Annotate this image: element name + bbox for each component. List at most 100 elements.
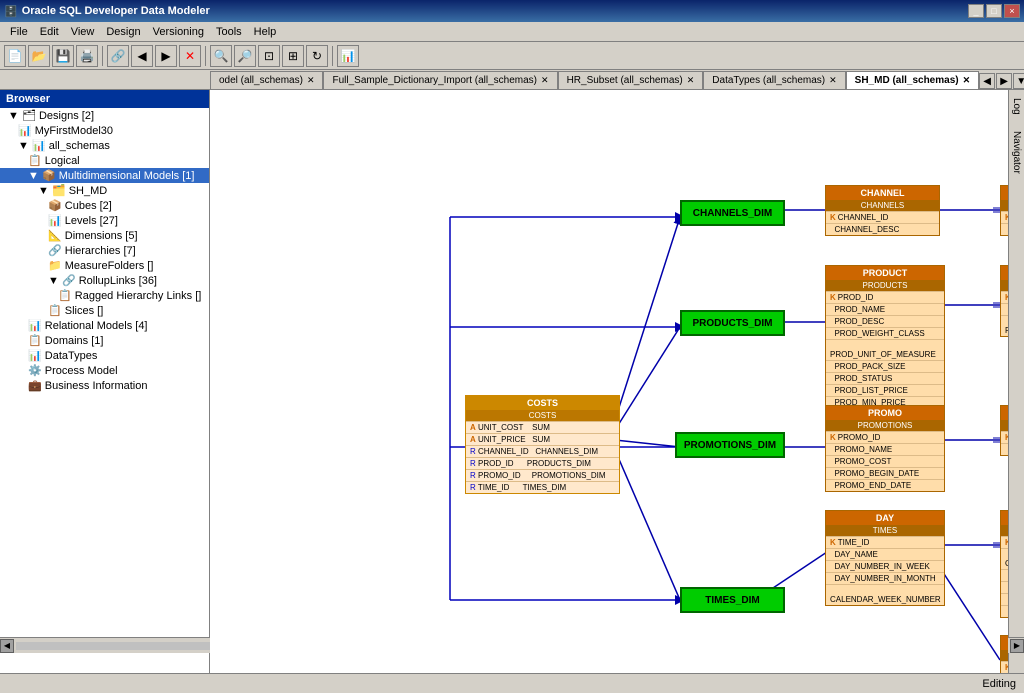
tab-nav-list[interactable]: ▼ (1013, 73, 1024, 89)
products-dim[interactable]: PRODUCTS_DIM (680, 310, 785, 336)
menu-design[interactable]: Design (100, 24, 146, 40)
navigator-tab-btn[interactable]: Navigator (1009, 123, 1024, 182)
tb-refresh[interactable]: ↻ (306, 45, 328, 67)
maximize-button[interactable]: □ (986, 4, 1002, 18)
tree-hierarchies[interactable]: 🔗 Hierarchies [7] (0, 243, 209, 258)
channel-class-table[interactable]: CHANNEL_CLASS CHANNELS K CHANNEL_CLASS_I… (1000, 185, 1008, 236)
menu-view[interactable]: View (65, 24, 101, 40)
tree-cubes[interactable]: 📦 Cubes [2] (0, 198, 209, 213)
menu-help[interactable]: Help (248, 24, 283, 40)
subcategory-products-row-1: PROD_SUBCATEGORY (1001, 303, 1008, 315)
menu-tools[interactable]: Tools (210, 24, 248, 40)
tb-new[interactable]: 📄 (4, 45, 26, 67)
tab-sh-md[interactable]: SH_MD (all_schemas) ✕ (846, 71, 979, 89)
tb-fit[interactable]: ⊡ (258, 45, 280, 67)
menu-versioning[interactable]: Versioning (147, 24, 210, 40)
browser-label: Browser (6, 93, 50, 105)
tree-measurefolders[interactable]: 📁 MeasureFolders [] (0, 258, 209, 273)
log-tab-btn[interactable]: Log (1009, 90, 1024, 123)
minimize-button[interactable]: _ (968, 4, 984, 18)
scroll-track[interactable] (16, 642, 210, 650)
sidebar-scrollbar[interactable]: ◀ ▶ (0, 637, 210, 653)
tb-delete[interactable]: ✕ (179, 45, 201, 67)
tab-sh-md-close[interactable]: ✕ (963, 75, 971, 86)
tb-zoom-out[interactable]: 🔎 (234, 45, 256, 67)
scroll-left[interactable]: ◀ (0, 639, 14, 653)
promotions-dim[interactable]: PROMOTIONS_DIM (675, 432, 785, 458)
channel-title: CHANNEL (826, 186, 939, 200)
product-row-3: PROD_WEIGHT_CLASS (826, 327, 944, 339)
times-dim[interactable]: TIMES_DIM (680, 587, 785, 613)
tree-slices[interactable]: 📋 Slices [] (0, 303, 209, 318)
menu-file[interactable]: File (4, 24, 34, 40)
month-table[interactable]: MONTH TIMES K CALENDAR_MONTH_ID CALENDAR… (1000, 510, 1008, 618)
fis-week-table[interactable]: FIS_WEEK TIMES K WEEK_ENDING_DAY_ID FISC… (1000, 635, 1008, 673)
tb-zoom-in[interactable]: 🔍 (210, 45, 232, 67)
titlebar-controls[interactable]: _ □ × (968, 4, 1020, 18)
fis-week-subtitle: TIMES (1001, 650, 1008, 661)
tab-nav-right[interactable]: ▶ (996, 73, 1012, 89)
measurefolders-icon: 📁 (48, 260, 62, 272)
subcategory-products-table[interactable]: SUBCATEGORY PRODUCTS K PROD_SUBCATEGORY_… (1000, 265, 1008, 337)
subcategory-promotions-table[interactable]: SUBCATEGORY PROMOTIONS K PROMO_SUBCATEGO… (1000, 405, 1008, 456)
costs-subheader: COSTS (466, 410, 619, 421)
tab-odel[interactable]: odel (all_schemas) ✕ (210, 71, 323, 89)
costs-table[interactable]: COSTS COSTS A UNIT_COST SUM A UNIT_PRICE… (465, 395, 620, 494)
tb-forward[interactable]: ▶ (155, 45, 177, 67)
allschemas-icon: 📊 (32, 140, 46, 152)
tree-myfirstmodel[interactable]: 📊 MyFirstModel30 (0, 123, 209, 138)
tree-logical[interactable]: 📋 Logical (0, 153, 209, 168)
tree-datatypes[interactable]: 📊 DataTypes (0, 348, 209, 363)
tab-full-sample-close[interactable]: ✕ (541, 75, 549, 86)
tree-designs[interactable]: ▼ 🗂 Designs [2] (0, 108, 209, 123)
product-subtitle: PRODUCTS (826, 280, 944, 291)
tree-multidim[interactable]: ▼ 📦 Multidimensional Models [1] (0, 168, 209, 183)
tree-relational[interactable]: 📊 Relational Models [4] (0, 318, 209, 333)
expand-icon3: ▼ (28, 170, 42, 182)
channel-table[interactable]: CHANNEL CHANNELS K CHANNEL_ID CHANNEL_DE… (825, 185, 940, 236)
tree-logical-label: Logical (45, 155, 80, 167)
tree-dimensions[interactable]: 📐 Dimensions [5] (0, 228, 209, 243)
product-row-4: PROD_UNIT_OF_MEASURE (826, 339, 944, 360)
day-table[interactable]: DAY TIMES K TIME_ID DAY_NAME DAY_NUMBER_… (825, 510, 945, 606)
products-dim-label: PRODUCTS_DIM (692, 318, 772, 329)
tree-domains[interactable]: 📋 Domains [1] (0, 333, 209, 348)
tb-save[interactable]: 💾 (52, 45, 74, 67)
tree-ragged-hierarchy[interactable]: 📋 Ragged Hierarchy Links [] (0, 288, 209, 303)
close-button[interactable]: × (1004, 4, 1020, 18)
tb-extra[interactable]: 📊 (337, 45, 359, 67)
tb-link[interactable]: 🔗 (107, 45, 129, 67)
tree-relational-label: Relational Models [4] (45, 320, 148, 332)
tab-hr[interactable]: HR_Subset (all_schemas) ✕ (558, 71, 704, 89)
tb-back[interactable]: ◀ (131, 45, 153, 67)
tree-rolluplinks[interactable]: ▼ 🔗 RollupLinks [36] (0, 273, 209, 288)
canvas-container[interactable]: COSTS COSTS A UNIT_COST SUM A UNIT_PRICE… (210, 90, 1008, 673)
tree-businessinfo[interactable]: 💼 Business Information (0, 378, 209, 393)
tree-shmd[interactable]: ▼ 🗂️ SH_MD (0, 183, 209, 198)
tree-processmodel[interactable]: ⚙️ Process Model (0, 363, 209, 378)
tab-hr-close[interactable]: ✕ (687, 75, 695, 86)
menu-edit[interactable]: Edit (34, 24, 65, 40)
tree-levels[interactable]: 📊 Levels [27] (0, 213, 209, 228)
product-table[interactable]: PRODUCT PRODUCTS K PROD_ID PROD_NAME PRO… (825, 265, 945, 409)
product-title: PRODUCT (826, 266, 944, 280)
toolbar-separator-3 (332, 46, 333, 66)
subcategory-products-title: SUBCATEGORY (1001, 266, 1008, 280)
promo-table[interactable]: PROMO PROMOTIONS K PROMO_ID PROMO_NAME P… (825, 405, 945, 492)
product-row-5: PROD_PACK_SIZE (826, 360, 944, 372)
tab-nav-left[interactable]: ◀ (979, 73, 995, 89)
tb-print[interactable]: 🖨️ (76, 45, 98, 67)
tb-layout[interactable]: ⊞ (282, 45, 304, 67)
tab-full-sample[interactable]: Full_Sample_Dictionary_Import (all_schem… (323, 71, 557, 89)
channels-dim[interactable]: CHANNELS_DIM (680, 200, 785, 226)
tree-hierarchies-label: Hierarchies [7] (65, 245, 136, 257)
expand-icon4: ▼ (38, 185, 52, 197)
levels-icon: 📊 (48, 215, 62, 227)
datatypes-icon: 📊 (28, 350, 42, 362)
tab-datatypes[interactable]: DataTypes (all_schemas) ✕ (703, 71, 845, 89)
tb-open[interactable]: 📂 (28, 45, 50, 67)
tree-allschemas[interactable]: ▼ 📊 all_schemas (0, 138, 209, 153)
tab-datatypes-close[interactable]: ✕ (829, 75, 837, 86)
tab-odel-close[interactable]: ✕ (307, 75, 315, 86)
subcategory-promotions-row-k: K PROMO_SUBCATEGORY_ID (1001, 431, 1008, 443)
